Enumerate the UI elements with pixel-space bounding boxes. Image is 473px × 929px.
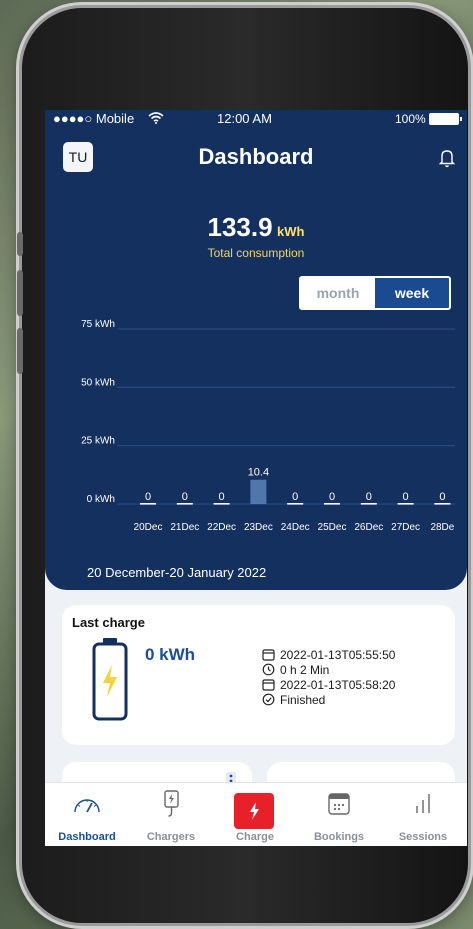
charge-start-time: 2022-01-13T05:55:50 — [280, 648, 396, 662]
status-time: 12:00 AM — [217, 111, 272, 126]
nav-label-sessions: Sessions — [398, 831, 448, 843]
nav-label-bookings: Bookings — [313, 831, 365, 843]
nav-label-chargers: Chargers — [146, 831, 196, 843]
carrier-label: ●●●●○ Mobile — [53, 111, 135, 126]
charge-button[interactable] — [234, 793, 274, 829]
value-label: 0 — [292, 491, 298, 503]
x-tick-label: 28De — [430, 522, 454, 533]
volume-up-button — [17, 270, 23, 316]
value-label: 0 — [403, 491, 409, 503]
total-consumption-value: 133.9 kWh — [45, 212, 467, 243]
x-tick-label: 20Dec — [134, 522, 163, 533]
nav-dashboard[interactable]: Dashboard — [45, 783, 129, 846]
charge-status: Finished — [280, 693, 326, 707]
nav-sessions[interactable]: Sessions — [381, 783, 465, 846]
volume-down-button — [17, 328, 23, 374]
charge-duration: 0 h 2 Min — [280, 663, 330, 677]
nav-chargers[interactable]: Chargers — [129, 783, 213, 846]
total-unit: kWh — [277, 224, 305, 239]
x-tick-label: 22Dec — [207, 522, 236, 533]
value-label: 0 — [439, 491, 445, 503]
bar — [324, 503, 340, 505]
value-label: 0 — [329, 491, 335, 503]
x-tick-label: 27Dec — [391, 522, 420, 533]
bar — [176, 503, 193, 505]
bar — [213, 503, 230, 505]
value-label: 0 — [182, 491, 188, 503]
date-range: 20 December-20 January 2022 — [87, 565, 267, 580]
battery-percent: 100% — [395, 112, 426, 126]
toggle-month[interactable]: month — [301, 278, 375, 308]
y-tick-label: 75 kWh — [81, 319, 115, 330]
nav-charge[interactable]: Charge — [213, 783, 297, 846]
bar — [360, 503, 377, 505]
last-charge-card[interactable]: Last charge 0 kWh 2022-01-13T05:55:50 0 … — [62, 605, 455, 745]
bar — [287, 503, 304, 505]
charge-end-time: 2022-01-13T05:58:20 — [280, 678, 396, 692]
x-tick-label: 23Dec — [244, 522, 273, 533]
bar — [397, 503, 414, 505]
charger-plug-icon — [164, 790, 179, 817]
lightning-icon — [250, 802, 259, 820]
toggle-week[interactable]: week — [375, 278, 449, 308]
app-screen: ●●●●○ Mobile 12:00 AM 100% TU Dashboard … — [45, 110, 467, 846]
total-consumption-label: Total consumption — [207, 246, 305, 260]
wifi-icon — [148, 112, 164, 124]
bar — [434, 503, 451, 505]
value-label: 0 — [145, 491, 151, 503]
bell-icon[interactable] — [439, 148, 455, 168]
consumption-chart-svg: 0 kWh 25 kWh 50 kWh 75 kWh 0 20Dec 0 21Dec 0 22De… — [81, 319, 455, 533]
nav-label-dashboard: Dashboard — [58, 831, 116, 843]
value-label: 10.4 — [248, 467, 269, 479]
x-tick-label: 25Dec — [318, 522, 347, 533]
bar — [250, 479, 267, 504]
x-tick-label: 24Dec — [281, 522, 310, 533]
y-tick-label: 0 kWh — [87, 494, 115, 505]
y-tick-label: 25 kWh — [81, 436, 115, 447]
x-tick-label: 21Dec — [170, 522, 199, 533]
calendar-start-icon — [262, 649, 275, 661]
status-bar: ●●●●○ Mobile 12:00 AM 100% — [45, 110, 467, 126]
clock-icon — [262, 663, 275, 676]
x-tick-label: 26Dec — [354, 522, 383, 533]
check-circle-icon — [262, 693, 275, 706]
bar — [140, 503, 156, 505]
dashboard-header-panel: ●●●●○ Mobile 12:00 AM 100% TU Dashboard … — [45, 110, 467, 590]
gauge-icon — [74, 799, 100, 813]
calendar-end-icon — [262, 679, 275, 691]
last-charge-title: Last charge — [72, 615, 145, 630]
last-charge-energy: 0 kWh — [145, 645, 196, 664]
page-title: Dashboard — [198, 144, 314, 169]
period-toggle: month week — [299, 276, 451, 310]
total-number: 133.9 — [207, 212, 273, 242]
y-tick-label: 50 kWh — [81, 377, 115, 388]
value-label: 0 — [366, 491, 372, 503]
bar-chart-icon — [416, 794, 430, 813]
battery-charging-icon — [92, 638, 128, 721]
bottom-navigation: Dashboard Chargers Charge Bookings Sessi… — [45, 782, 467, 846]
mute-switch — [17, 232, 23, 256]
value-label: 0 — [219, 491, 225, 503]
consumption-chart: 0 kWh 25 kWh 50 kWh 75 kWh 0 20Dec 0 21Dec 0 22De… — [45, 310, 467, 550]
nav-bookings[interactable]: Bookings — [297, 783, 381, 846]
nav-label-charge: Charge — [236, 831, 274, 843]
battery-icon — [429, 113, 462, 125]
calendar-icon — [328, 793, 350, 815]
